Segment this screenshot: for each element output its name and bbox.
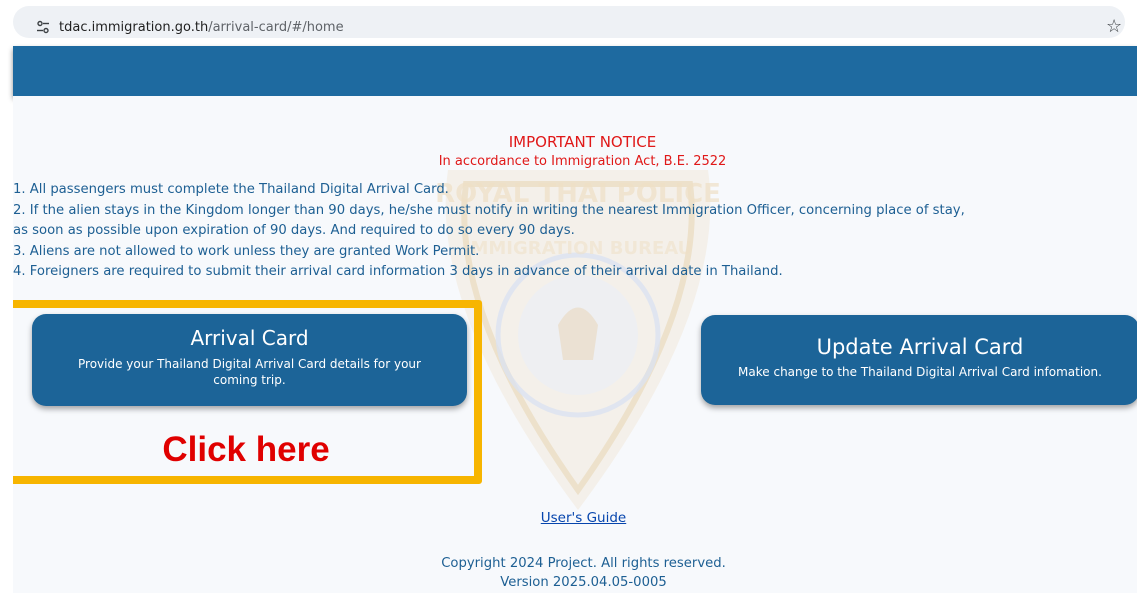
site-header — [13, 46, 1137, 96]
update-card-title: Update Arrival Card — [816, 335, 1024, 359]
arrival-card-button[interactable]: Arrival Card Provide your Thailand Digit… — [32, 314, 467, 406]
bookmark-star-icon[interactable]: ☆ — [1106, 16, 1122, 38]
users-guide-link[interactable]: User's Guide — [541, 510, 626, 526]
notice-rules: 1. All passengers must complete the Thai… — [13, 180, 1137, 283]
version-text: Version 2025.04.05-0005 — [500, 575, 667, 590]
notice-subtitle: In accordance to Immigration Act, B.E. 2… — [438, 154, 727, 169]
arrival-card-title: Arrival Card — [190, 326, 309, 350]
update-arrival-card-button[interactable]: Update Arrival Card Make change to the T… — [701, 315, 1137, 405]
address-bar[interactable]: tdac.immigration.go.th/arrival-card/#/ho… — [13, 6, 1125, 38]
click-here-annotation: Click here — [162, 430, 330, 469]
copyright-text: Copyright 2024 Project. All rights reser… — [441, 556, 726, 571]
url-domain: tdac.immigration.go.th — [59, 20, 209, 35]
update-card-description: Make change to the Thailand Digital Arri… — [738, 365, 1102, 379]
rule-item: 3. Aliens are not allowed to work unless… — [13, 243, 480, 259]
rule-item: 4. Foreigners are required to submit the… — [13, 264, 783, 280]
arrival-card-description: Provide your Thailand Digital Arrival Ca… — [78, 357, 421, 387]
site-settings-icon[interactable] — [35, 19, 51, 35]
url-path: /arrival-card/#/home — [208, 20, 344, 35]
rule-item: 2. If the alien stays in the Kingdom lon… — [13, 202, 965, 218]
url-text[interactable]: tdac.immigration.go.th/arrival-card/#/ho… — [59, 20, 344, 36]
notice-title: IMPORTANT NOTICE — [508, 133, 657, 151]
rule-item: 1. All passengers must complete the Thai… — [13, 182, 449, 197]
users-guide-container: User's Guide — [13, 510, 1137, 526]
page-content: ROYAL THAI POLICE IMMIGRATION BUREAU IMP… — [13, 96, 1137, 593]
rule-item: as soon as possible upon expiration of 9… — [13, 223, 575, 239]
